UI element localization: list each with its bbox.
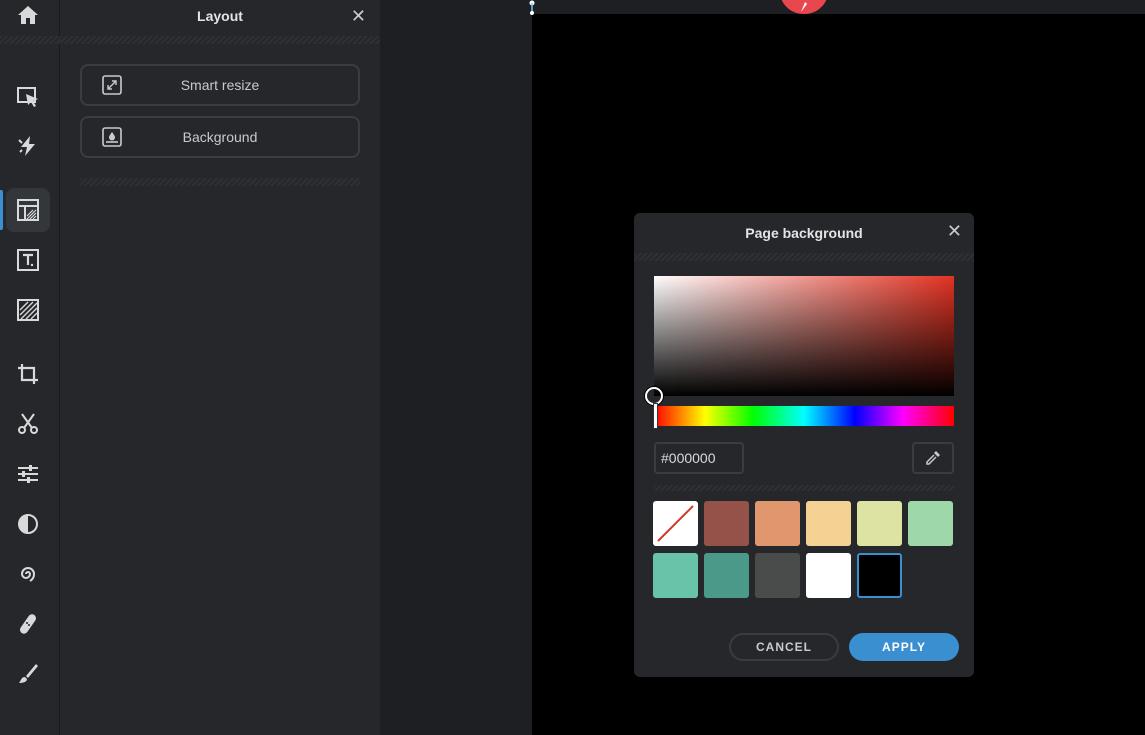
color-swatch[interactable] xyxy=(755,501,800,546)
smart-resize-label: Smart resize xyxy=(180,77,260,93)
lightning-icon[interactable] xyxy=(6,124,50,168)
color-swatch[interactable] xyxy=(704,553,749,598)
background-icon xyxy=(102,127,122,147)
eyedropper-icon xyxy=(926,451,940,465)
panel-divider xyxy=(60,36,380,44)
eyedropper-button[interactable] xyxy=(912,442,954,474)
color-swatch[interactable] xyxy=(857,501,902,546)
dialog-title: Page background xyxy=(745,225,863,241)
color-swatch[interactable] xyxy=(653,553,698,598)
no-color-icon xyxy=(657,505,694,542)
background-label: Background xyxy=(182,129,258,145)
saturation-value-picker[interactable] xyxy=(654,276,954,396)
panel-title: Layout xyxy=(197,8,243,24)
color-swatch[interactable] xyxy=(908,501,953,546)
left-toolbar xyxy=(0,0,60,735)
app-root: Layout ✕ Smart resize Background Page ba… xyxy=(0,0,1145,735)
cutout-icon[interactable] xyxy=(6,402,50,446)
color-swatch[interactable] xyxy=(806,501,851,546)
texture-icon[interactable] xyxy=(6,288,50,332)
smart-resize-button[interactable]: Smart resize xyxy=(80,64,360,106)
canvas-resize-handle[interactable] xyxy=(529,0,535,16)
hue-slider[interactable] xyxy=(654,406,954,426)
active-tool-indicator xyxy=(0,190,3,230)
resize-icon xyxy=(102,75,122,95)
dialog-divider xyxy=(634,253,974,261)
hex-color-input[interactable] xyxy=(654,442,744,474)
panel-close-button[interactable]: ✕ xyxy=(351,6,366,27)
swatch-divider xyxy=(654,485,954,491)
arrange-icon[interactable] xyxy=(6,75,50,119)
text-icon[interactable] xyxy=(6,238,50,282)
spiral-icon[interactable] xyxy=(6,552,50,596)
panel-divider-bottom xyxy=(80,178,360,186)
color-swatch[interactable] xyxy=(857,553,902,598)
toolbar-divider xyxy=(0,36,60,44)
canvas-object[interactable] xyxy=(779,0,829,14)
color-swatch[interactable] xyxy=(755,553,800,598)
adjust-icon[interactable] xyxy=(6,452,50,496)
color-swatch[interactable] xyxy=(704,501,749,546)
cancel-button[interactable]: CANCEL xyxy=(729,633,839,661)
background-button[interactable]: Background xyxy=(80,116,360,158)
contrast-icon[interactable] xyxy=(6,502,50,546)
color-swatch[interactable] xyxy=(806,553,851,598)
heal-icon[interactable] xyxy=(6,602,50,646)
crop-icon[interactable] xyxy=(6,352,50,396)
dialog-close-button[interactable]: ✕ xyxy=(947,221,962,242)
layout-icon[interactable] xyxy=(6,188,50,232)
swatch-none[interactable] xyxy=(653,501,698,546)
page-background-dialog: Page background ✕ CANCEL APPLY xyxy=(634,213,974,677)
hue-slider-handle[interactable] xyxy=(653,403,658,429)
brush-icon[interactable] xyxy=(6,652,50,696)
apply-button[interactable]: APPLY xyxy=(849,633,959,661)
workspace-gutter xyxy=(380,0,532,735)
layout-panel: Layout ✕ Smart resize Background xyxy=(60,0,380,735)
home-icon[interactable] xyxy=(6,0,50,37)
canvas-top-strip xyxy=(532,0,1145,14)
